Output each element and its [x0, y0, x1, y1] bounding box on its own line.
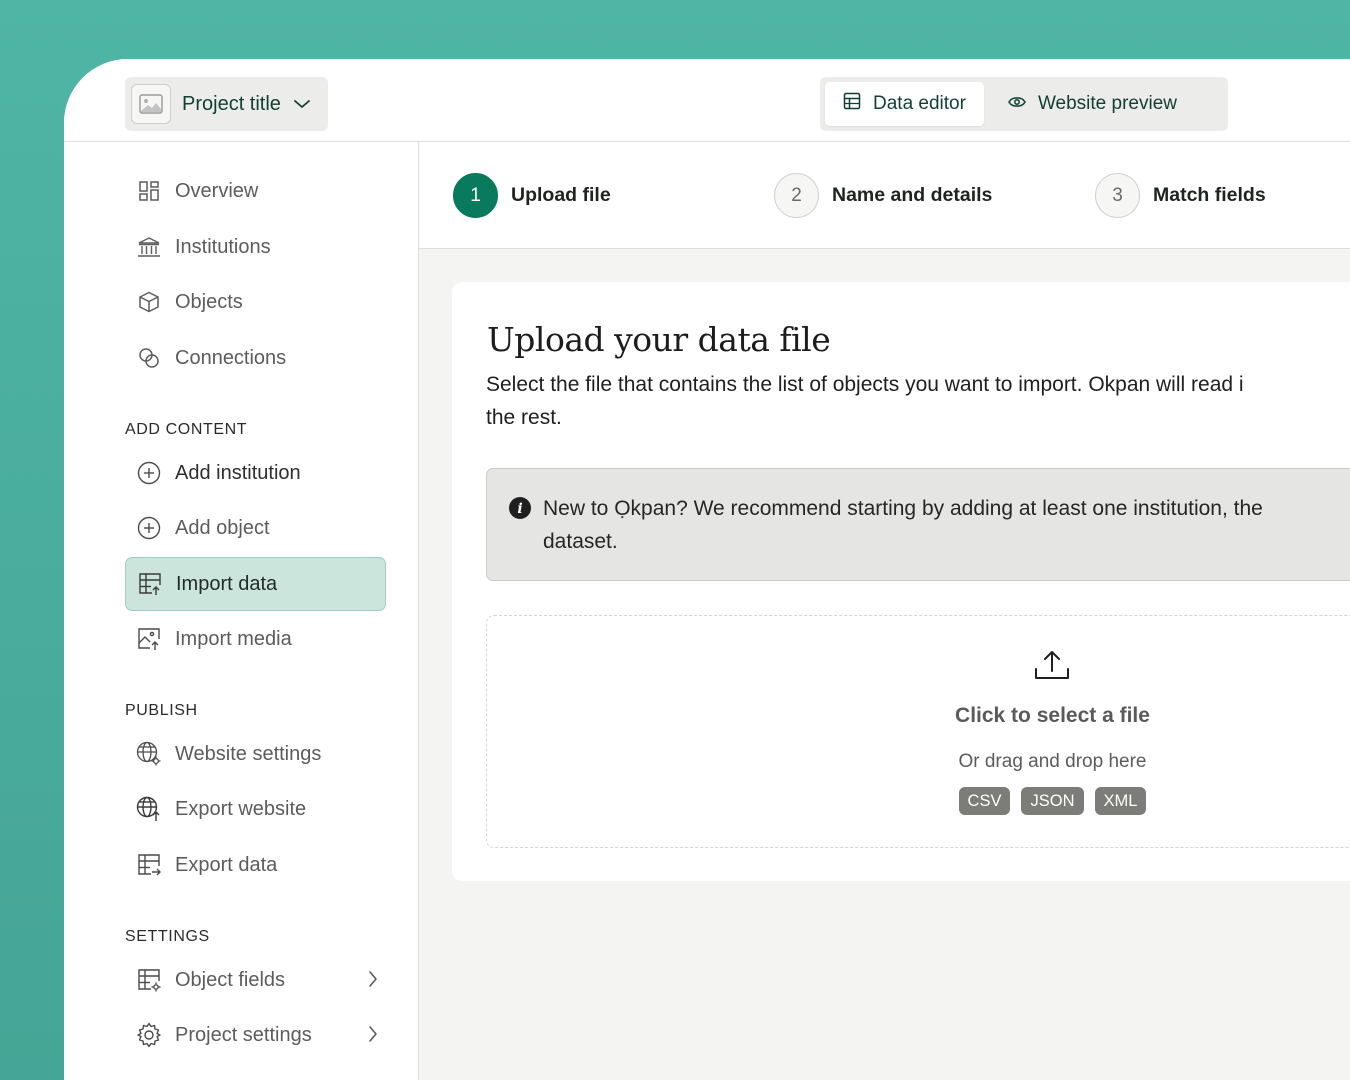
format-tag-xml: XML — [1094, 787, 1147, 815]
sidebar-item-add-object[interactable]: Add object — [125, 501, 386, 555]
image-placeholder-icon — [131, 84, 171, 124]
sidebar-item-label: Institutions — [175, 235, 271, 258]
tab-data-editor-label: Data editor — [873, 93, 966, 114]
sidebar-item-website-settings[interactable]: Website settings — [125, 727, 386, 781]
format-tag-json: JSON — [1021, 787, 1084, 815]
table-icon — [843, 92, 861, 116]
dropzone-title: Click to select a file — [955, 704, 1150, 727]
sidebar-item-label: Import data — [176, 572, 278, 595]
gear-icon — [136, 1022, 162, 1048]
sidebar-item-label: Add institution — [175, 461, 301, 484]
connections-icon — [136, 345, 162, 371]
sidebar-item-institutions[interactable]: Institutions — [125, 220, 386, 274]
info-notice: i New to Ọkpan? We recommend starting by… — [486, 468, 1350, 581]
sidebar-item-label: Object fields — [175, 968, 286, 991]
file-dropzone[interactable]: Click to select a file Or drag and drop … — [486, 615, 1350, 848]
table-import-icon — [137, 571, 163, 597]
step-label: Match fields — [1153, 184, 1266, 206]
sidebar-item-label: Export data — [175, 853, 278, 876]
sidebar-item-label: Website settings — [175, 742, 322, 765]
svg-text:i: i — [517, 501, 522, 517]
plus-circle-icon — [136, 515, 162, 541]
sidebar-item-import-media[interactable]: Import media — [125, 612, 386, 666]
page-description: Select the file that contains the list o… — [486, 368, 1350, 434]
sidebar-item-label: Overview — [175, 179, 259, 202]
globe-gear-icon — [136, 741, 162, 767]
section-label-add-content: ADD CONTENT — [125, 421, 248, 438]
view-switcher: Data editor Website preview — [820, 77, 1228, 131]
institution-icon — [136, 234, 162, 260]
sidebar-item-label: Import media — [175, 627, 292, 650]
format-tag-csv: CSV — [958, 787, 1011, 815]
sidebar-item-overview[interactable]: Overview — [125, 164, 386, 218]
page-title: Upload your data file — [487, 320, 831, 359]
project-selector[interactable]: Project title — [125, 77, 328, 131]
step-upload-file[interactable]: 1 Upload file — [453, 173, 611, 218]
app-window: Project title Data editor Website previe… — [64, 59, 1350, 1080]
upload-icon — [1034, 649, 1070, 686]
table-export-icon — [136, 852, 162, 878]
grid-icon — [136, 178, 162, 204]
notice-text: New to Ọkpan? We recommend starting by a… — [543, 492, 1350, 558]
project-title: Project title — [182, 92, 281, 115]
info-icon: i — [509, 497, 531, 524]
step-number: 2 — [774, 173, 819, 218]
sidebar-item-label: Objects — [175, 290, 243, 313]
description-line-1: Select the file that contains the list o… — [486, 373, 1244, 396]
table-gear-icon — [136, 967, 162, 993]
chevron-right-icon — [368, 1025, 378, 1049]
sidebar-item-add-institution[interactable]: Add institution — [125, 446, 386, 500]
sidebar-item-export-website[interactable]: Export website — [125, 782, 386, 836]
notice-line-2: dataset. — [543, 530, 618, 553]
sidebar-item-label: Project settings — [175, 1023, 312, 1046]
plus-circle-icon — [136, 460, 162, 486]
tab-website-preview[interactable]: Website preview — [990, 82, 1195, 126]
chevron-right-icon — [368, 970, 378, 994]
section-label-settings: SETTINGS — [125, 928, 210, 945]
sidebar-item-export-data[interactable]: Export data — [125, 838, 386, 892]
sidebar-item-label: Export website — [175, 797, 307, 820]
chevron-down-icon — [293, 98, 311, 110]
step-label: Upload file — [511, 184, 611, 206]
notice-line-1: New to Ọkpan? We recommend starting by a… — [543, 497, 1263, 520]
step-match-fields[interactable]: 3 Match fields — [1095, 173, 1266, 218]
format-tags: CSV JSON XML — [487, 787, 1350, 815]
image-import-icon — [136, 626, 162, 652]
step-number: 1 — [453, 173, 498, 218]
cube-icon — [136, 289, 162, 315]
sidebar-item-connections[interactable]: Connections — [125, 331, 386, 385]
section-label-publish: PUBLISH — [125, 702, 198, 719]
dropzone-subtitle: Or drag and drop here — [958, 751, 1147, 772]
sidebar-item-project-settings[interactable]: Project settings — [125, 1008, 386, 1062]
globe-export-icon — [136, 796, 162, 822]
upload-card: Upload your data file Select the file th… — [452, 282, 1350, 881]
sidebar: Overview Institutions Objects Connection… — [64, 142, 419, 1080]
top-bar: Project title Data editor Website previe… — [64, 59, 1350, 142]
main-content: Upload your data file Select the file th… — [419, 249, 1350, 1080]
sidebar-item-objects[interactable]: Objects — [125, 275, 386, 329]
sidebar-item-import-data[interactable]: Import data — [125, 557, 386, 611]
eye-icon — [1008, 93, 1026, 115]
import-steps: 1 Upload file 2 Name and details 3 Match… — [419, 142, 1350, 249]
sidebar-item-label: Add object — [175, 516, 270, 539]
step-label: Name and details — [832, 184, 993, 206]
step-number: 3 — [1095, 173, 1140, 218]
step-name-and-details[interactable]: 2 Name and details — [774, 173, 992, 218]
tab-data-editor[interactable]: Data editor — [825, 82, 984, 126]
sidebar-item-object-fields[interactable]: Object fields — [125, 953, 386, 1007]
tab-website-preview-label: Website preview — [1037, 93, 1177, 114]
sidebar-item-label: Connections — [175, 346, 287, 369]
description-line-2: the rest. — [486, 406, 562, 429]
